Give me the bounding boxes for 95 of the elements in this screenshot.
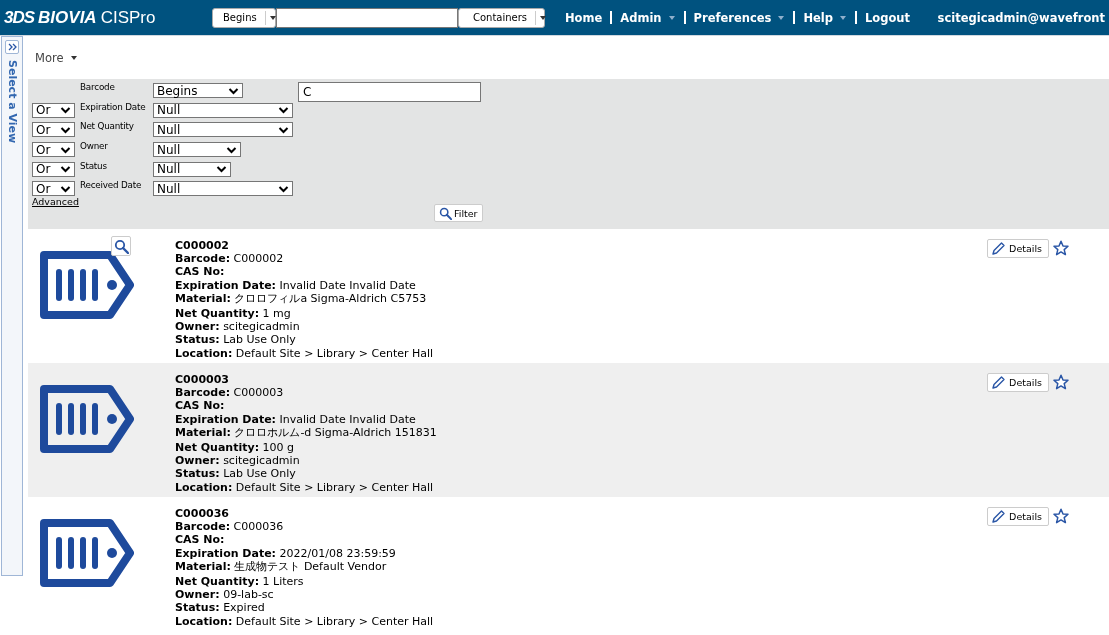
caret-icon <box>777 14 786 21</box>
container-barcode: C000003 <box>175 373 230 387</box>
field-text: Expiration Date: Invalid Date Invalid Date <box>175 412 417 426</box>
double-chevron-icon <box>7 43 17 51</box>
conjunction-dropdown[interactable]: Or <box>32 181 75 197</box>
product-name: CISPro <box>100 7 156 28</box>
field-text: Barcode: C000002 <box>175 252 285 266</box>
chevron-icon <box>60 165 71 174</box>
conjunction-dropdown[interactable]: Or <box>32 142 75 158</box>
details-button[interactable]: Details <box>987 373 1049 392</box>
search-scope-dropdown[interactable]: Containers <box>458 7 545 28</box>
field-text: Net Quantity: 1 mg <box>175 307 292 321</box>
pencil-icon <box>990 509 1007 524</box>
chevron-icon <box>60 184 71 193</box>
field-text: Material: クロロホルム-d Sigma-Aldrich 151831 <box>175 425 438 439</box>
caret-icon <box>539 14 548 21</box>
star-icon[interactable] <box>1053 240 1069 256</box>
field-text: Material: 生成物テスト Default Vendor <box>175 559 388 573</box>
advanced-link[interactable]: Advanced <box>32 196 80 208</box>
operator-dropdown[interactable]: Begins <box>153 83 243 98</box>
nav-link[interactable]: Preferences <box>685 10 794 25</box>
more-menu[interactable]: More <box>28 50 78 65</box>
filter-label: Expiration Date <box>80 101 147 112</box>
field-text: Owner: scitegicadmin <box>175 320 301 334</box>
container-barcode: C000036 <box>175 507 230 521</box>
search-field[interactable] <box>276 7 458 28</box>
operator-dropdown[interactable]: Null <box>153 161 231 177</box>
caret-icon <box>667 14 676 21</box>
field-text: Location: Default Site > Library > Center Hall <box>175 480 435 494</box>
expand-sidebar-button[interactable] <box>5 40 19 54</box>
chevron-icon <box>60 106 71 115</box>
brand-name: BIOVIA <box>38 7 97 28</box>
field-text: Owner: 09-lab-sc <box>175 588 275 602</box>
filter-label: Status <box>80 160 108 171</box>
nav-link[interactable]: Admin <box>612 10 684 25</box>
chevron-icon <box>228 86 239 95</box>
field-text: Location: Default Site > Library > Center Hall <box>175 614 435 628</box>
sidebar-label[interactable]: Select a View <box>5 60 19 144</box>
nav-link[interactable]: Home <box>557 10 611 25</box>
barcode-tag-icon <box>40 249 134 321</box>
field-text: Barcode: C000003 <box>175 386 285 400</box>
field-text: Status: Lab Use Only <box>175 467 297 481</box>
operator-dropdown[interactable]: Null <box>153 142 241 158</box>
field-text: Net Quantity: 100 g <box>175 441 296 455</box>
filter-label: Net Quantity <box>80 121 135 132</box>
search-mode-dropdown[interactable]: Begins <box>212 7 276 28</box>
filter-button[interactable]: Filter <box>434 204 483 223</box>
field-text: Net Quantity: 1 Liters <box>175 575 305 589</box>
pencil-icon <box>990 241 1007 256</box>
search-icon <box>113 238 129 254</box>
field-text: Status: Expired <box>175 601 266 615</box>
barcode-tag-icon <box>40 517 134 589</box>
user-name: scitegicadmin@wavefront <box>937 10 1105 25</box>
chevron-icon <box>278 125 289 134</box>
chevron-icon <box>226 145 237 154</box>
preview-button[interactable] <box>111 236 131 256</box>
nav-link[interactable]: Help <box>795 10 855 25</box>
caret-icon <box>268 14 277 21</box>
nav-link[interactable]: Logout <box>857 10 919 25</box>
operator-dropdown[interactable]: Null <box>153 122 293 138</box>
field-text: Status: Lab Use Only <box>175 333 297 347</box>
conjunction-dropdown[interactable]: Or <box>32 161 75 177</box>
field-text: CAS No: <box>175 265 226 279</box>
chevron-icon <box>278 106 289 115</box>
field-text: Location: Default Site > Library > Center Hall <box>175 346 435 360</box>
caret-icon <box>69 54 78 61</box>
field-text: Material: クロロフィルa Sigma-Aldrich C5753 <box>175 291 428 305</box>
filter-label: Barcode <box>80 82 116 92</box>
details-button[interactable]: Details <box>987 507 1049 526</box>
container-barcode: C000002 <box>175 239 230 253</box>
field-text: Expiration Date: Invalid Date Invalid Date <box>175 278 417 292</box>
conjunction-dropdown[interactable]: Or <box>32 122 75 138</box>
search-icon <box>439 206 452 220</box>
chevron-icon <box>278 184 289 193</box>
logo-mark: 3DS <box>4 7 35 28</box>
field-text: Owner: scitegicadmin <box>175 454 301 468</box>
filter-label: Owner <box>80 141 109 152</box>
operator-dropdown[interactable]: Null <box>153 102 293 118</box>
conjunction-dropdown[interactable]: Or <box>32 102 75 118</box>
caret-icon <box>839 14 847 21</box>
field-text: CAS No: <box>175 399 226 413</box>
field-text: CAS No: <box>175 533 226 547</box>
star-icon[interactable] <box>1053 508 1069 524</box>
star-icon[interactable] <box>1053 374 1069 390</box>
chevron-icon <box>60 125 71 134</box>
chevron-icon <box>60 145 71 154</box>
pencil-icon <box>990 375 1007 390</box>
details-button[interactable]: Details <box>987 239 1049 258</box>
operator-dropdown[interactable]: Null <box>153 181 293 197</box>
barcode-tag-icon <box>40 383 134 455</box>
filter-label: Received Date <box>80 180 143 191</box>
chevron-icon <box>216 165 227 174</box>
field-text: Barcode: C000036 <box>175 520 285 534</box>
field-text: Expiration Date: 2022/01/08 23:59:59 <box>175 546 397 560</box>
filter-value-field[interactable]: C <box>298 82 481 102</box>
